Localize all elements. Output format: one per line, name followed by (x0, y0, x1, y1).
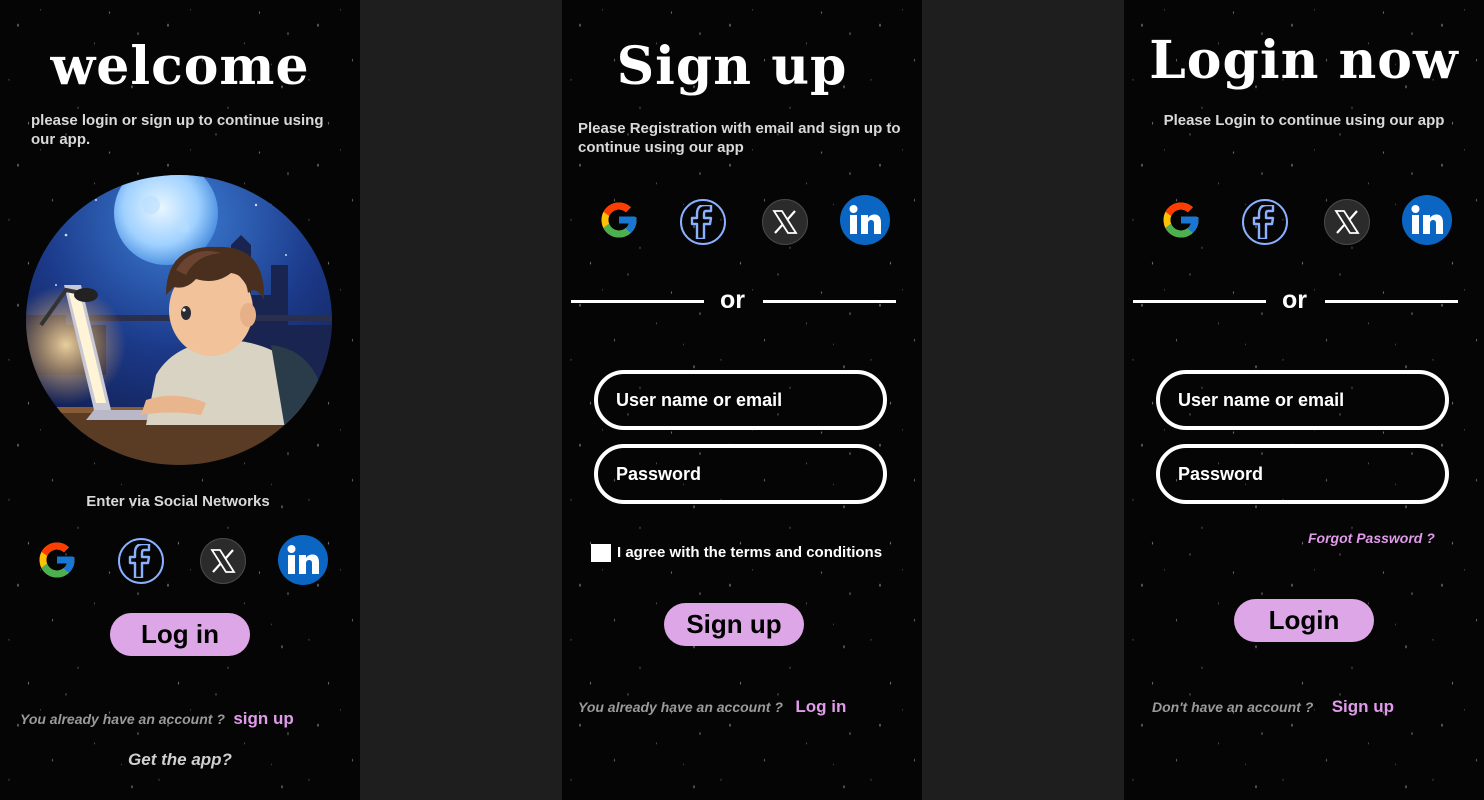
facebook-icon (1252, 205, 1275, 239)
facebook-button[interactable] (680, 199, 726, 245)
linkedin-icon (1411, 205, 1443, 234)
hero-illustration (26, 175, 332, 465)
login-button[interactable]: Login (1234, 599, 1374, 642)
facebook-button[interactable] (118, 538, 164, 584)
google-button[interactable] (596, 197, 642, 243)
password-input[interactable] (1156, 444, 1449, 504)
password-input[interactable] (594, 444, 887, 504)
terms-label: I agree with the terms and conditions (617, 544, 883, 561)
page-title: Sign up (616, 36, 848, 97)
username-input[interactable] (594, 370, 887, 430)
divider-line-left (571, 300, 704, 303)
facebook-icon (128, 544, 151, 578)
login-screen: Login now Please Login to continue using… (1124, 0, 1484, 800)
linkedin-icon (849, 205, 881, 234)
x-icon (772, 210, 798, 234)
forgot-password-link[interactable]: Forgot Password ? (1308, 530, 1435, 546)
linkedin-button[interactable] (840, 195, 890, 245)
signup-link[interactable]: sign up (233, 709, 293, 728)
google-icon (601, 202, 637, 238)
facebook-button[interactable] (1242, 199, 1288, 245)
x-icon (1334, 210, 1360, 234)
page-title: Login now (1149, 30, 1459, 91)
login-link[interactable]: Log in (795, 697, 846, 716)
signup-button[interactable]: Sign up (664, 603, 804, 646)
divider-text: or (720, 286, 745, 314)
signup-subtitle: Please Registration with email and sign … (578, 120, 901, 156)
x-button[interactable] (762, 199, 808, 245)
signup-screen: Sign up Please Registration with email a… (562, 0, 922, 800)
x-icon (210, 549, 236, 573)
page-title: welcome (50, 36, 310, 97)
linkedin-icon (287, 545, 319, 574)
divider-line-left (1133, 300, 1266, 303)
google-button[interactable] (34, 537, 80, 583)
divider-line-right (763, 300, 896, 303)
welcome-subtitle: please login or sign up to continue usin… (31, 112, 324, 148)
x-button[interactable] (200, 538, 246, 584)
login-subtitle: Please Login to continue using our app (1163, 112, 1445, 129)
linkedin-button[interactable] (278, 535, 328, 585)
google-button[interactable] (1158, 197, 1204, 243)
divider-line-right (1325, 300, 1458, 303)
welcome-screen: welcome please login or sign up to conti… (0, 0, 360, 800)
x-button[interactable] (1324, 199, 1370, 245)
login-button[interactable]: Log in (110, 613, 250, 656)
account-prompt: You already have an account ? (20, 711, 225, 727)
google-icon (39, 542, 75, 578)
signup-link[interactable]: Sign up (1332, 697, 1394, 716)
get-app-link[interactable]: Get the app? (0, 750, 360, 770)
account-prompt: Don't have an account ? (1152, 699, 1314, 715)
terms-checkbox[interactable] (591, 544, 611, 562)
google-icon (1163, 202, 1199, 238)
divider-text: or (1282, 286, 1307, 314)
account-prompt: You already have an account ? (578, 699, 783, 715)
username-input[interactable] (1156, 370, 1449, 430)
facebook-icon (690, 205, 713, 239)
social-networks-label: Enter via Social Networks (86, 493, 270, 510)
linkedin-button[interactable] (1402, 195, 1452, 245)
